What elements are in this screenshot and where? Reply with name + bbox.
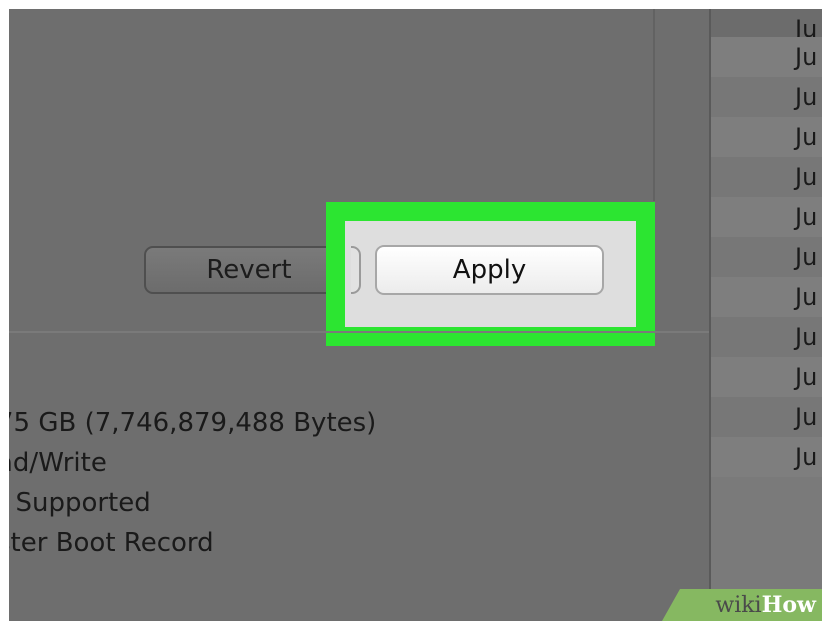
revert-button-edge: [351, 246, 361, 294]
screenshot-frame: Revert Apply 75 GB (7,746,879,488 Bytes)…: [9, 9, 822, 621]
list-item[interactable]: Ju: [711, 117, 822, 157]
list-item[interactable]: Ju: [711, 437, 822, 477]
pane-divider[interactable]: [653, 9, 655, 201]
list-item[interactable]: Ju: [711, 157, 822, 197]
watermark-wiki: wiki: [715, 593, 762, 618]
disk-feature-value: t Supported: [9, 488, 151, 518]
wikihow-watermark: wikiHow: [662, 585, 822, 621]
disk-utility-main-pane: Revert Apply 75 GB (7,746,879,488 Bytes)…: [9, 9, 709, 621]
file-list-pane: Ju Ju Ju Ju Ju Ju Ju Ju Ju Ju Ju Ju: [709, 9, 822, 621]
disk-info-panel: 75 GB (7,746,879,488 Bytes) ad/Write t S…: [9, 403, 376, 563]
partition-scheme-value: ster Boot Record: [9, 528, 214, 558]
watermark-text: wikiHow: [715, 592, 816, 618]
section-separator: [9, 331, 709, 333]
revert-button[interactable]: Revert: [144, 246, 354, 294]
list-item[interactable]: Ju: [711, 357, 822, 397]
list-item[interactable]: Ju: [711, 37, 822, 77]
list-item[interactable]: Ju: [711, 277, 822, 317]
list-item[interactable]: Ju: [711, 77, 822, 117]
disk-capacity-value: 75 GB (7,746,879,488 Bytes): [9, 408, 377, 438]
list-item[interactable]: Ju: [711, 9, 822, 37]
list-item[interactable]: Ju: [711, 397, 822, 437]
watermark-how: How: [761, 592, 816, 618]
apply-button[interactable]: Apply: [375, 245, 604, 295]
list-item[interactable]: Ju: [711, 237, 822, 277]
list-item[interactable]: Ju: [711, 317, 822, 357]
list-item[interactable]: Ju: [711, 197, 822, 237]
disk-access-value: ad/Write: [9, 448, 107, 478]
